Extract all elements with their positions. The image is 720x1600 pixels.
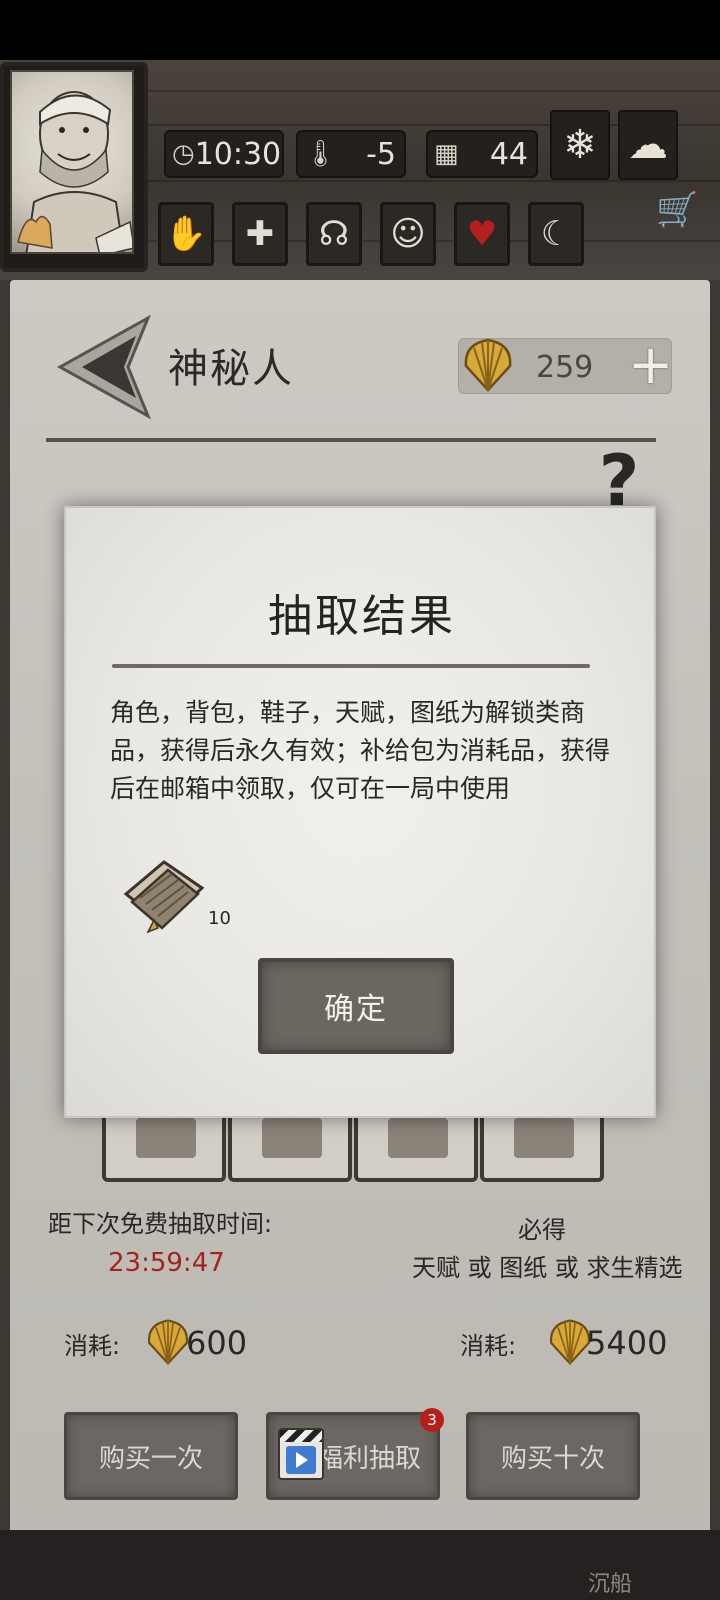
- draw-result-dialog: 抽取结果 角色，背包，鞋子，天赋，图纸为解锁类商品，获得后永久有效；补给包为消耗…: [64, 506, 656, 1118]
- dialog-description: 角色，背包，鞋子，天赋，图纸为解锁类商品，获得后永久有效；补给包为消耗品，获得后…: [110, 698, 611, 803]
- reward-count: 10: [208, 908, 231, 929]
- blueprint-scroll-icon: [123, 860, 205, 934]
- dialog-divider: [112, 664, 590, 668]
- dialog-title: 抽取结果: [268, 591, 456, 642]
- confirm-button[interactable]: 确定: [258, 958, 454, 1054]
- reward-item[interactable]: [118, 854, 208, 936]
